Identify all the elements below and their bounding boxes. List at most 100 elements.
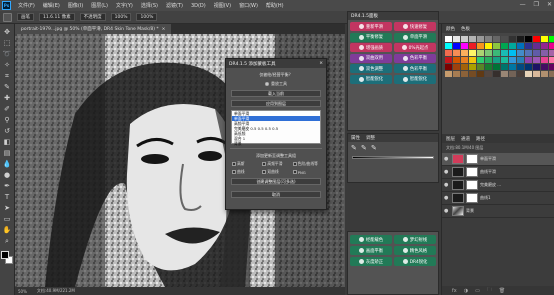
color-swatch[interactable] — [477, 64, 484, 70]
color-swatch[interactable] — [525, 36, 532, 42]
color-swatch[interactable] — [477, 57, 484, 63]
load-current-button[interactable]: 载入当前 — [231, 90, 321, 97]
layer-row[interactable]: ● 完美磨皮 ... — [442, 179, 554, 192]
color-swatch[interactable] — [501, 71, 508, 77]
color-swatch[interactable] — [517, 57, 524, 63]
dr4-secondary-button-4[interactable]: 精色风格 — [394, 246, 436, 255]
color-swatch[interactable] — [469, 43, 476, 49]
tab-properties[interactable]: 属性 — [351, 135, 360, 141]
checkbox-icon[interactable] — [232, 162, 236, 166]
color-swatch[interactable] — [493, 36, 500, 42]
dr4-secondary-button-6[interactable]: DR4锐化 — [394, 257, 436, 266]
document-tab-close-icon[interactable]: × — [162, 27, 166, 32]
color-swatch[interactable] — [517, 36, 524, 42]
color-swatch[interactable] — [485, 57, 492, 63]
visibility-eye-icon[interactable]: ● — [444, 195, 450, 201]
color-swatch[interactable] — [533, 71, 540, 77]
white-eyedropper-icon[interactable]: ✎ — [371, 145, 378, 152]
levels-gradient-slider[interactable] — [352, 156, 434, 159]
replay-tool-radio[interactable]: 重放工具 — [226, 81, 326, 87]
folder-icon[interactable]: 🗀 — [487, 287, 492, 295]
clone-stamp-tool-icon[interactable]: ⚲ — [2, 115, 13, 125]
color-swatch[interactable] — [541, 64, 548, 70]
color-swatch[interactable] — [517, 50, 524, 56]
layer-mask-thumbnail[interactable] — [466, 193, 478, 203]
color-swatch[interactable] — [525, 71, 532, 77]
color-swatch[interactable] — [509, 50, 516, 56]
color-swatch[interactable] — [501, 64, 508, 70]
checkbox-icon[interactable] — [262, 162, 267, 166]
brush-size-field[interactable]: 11.6.11 像素 — [39, 13, 75, 21]
tab-adjustments[interactable]: 调整 — [366, 135, 375, 141]
color-swatch[interactable] — [541, 57, 548, 63]
tab-paths[interactable]: 路径 — [476, 136, 485, 142]
color-swatch[interactable] — [517, 71, 524, 77]
path-select-tool-icon[interactable]: ➤ — [2, 203, 13, 213]
color-swatch[interactable] — [461, 71, 468, 77]
new-layer-icon[interactable]: ▭ — [475, 288, 480, 294]
fx-icon[interactable]: fx — [452, 288, 457, 294]
color-swatch[interactable] — [477, 71, 484, 77]
color-swatch[interactable] — [493, 64, 500, 70]
restore-icon[interactable]: ❐ — [534, 1, 539, 8]
color-swatches[interactable] — [1, 251, 13, 265]
color-swatch[interactable] — [533, 43, 540, 49]
dr4-button-7[interactable]: 双曲双用 — [350, 53, 392, 63]
color-swatch[interactable] — [445, 43, 452, 49]
menu-item-view[interactable]: 视图(V) — [210, 2, 235, 9]
checkbox-5[interactable]: 双曲线 — [262, 169, 289, 175]
document-tab[interactable]: portrait-1979...jpg @ 50% (单面平滑, DR4 Ski… — [15, 24, 172, 34]
dialog-titlebar[interactable]: DR4.1.5 添加蒙板工具 × — [226, 59, 326, 68]
color-swatch[interactable] — [509, 64, 516, 70]
color-swatch[interactable] — [533, 64, 540, 70]
checkbox-icon[interactable] — [232, 170, 236, 174]
checkbox-icon[interactable] — [262, 170, 267, 174]
quick-select-tool-icon[interactable]: ✧ — [2, 60, 13, 70]
marquee-tool-icon[interactable]: ⬚ — [2, 38, 13, 48]
dr4-button-10[interactable]: 色彩平衡 — [394, 64, 436, 73]
color-swatch[interactable] — [501, 43, 508, 49]
color-swatch[interactable] — [493, 43, 500, 49]
menu-item-layer[interactable]: 图层(L) — [87, 2, 112, 9]
layer-row[interactable]: ● 背景 — [442, 205, 554, 218]
color-swatch[interactable] — [517, 43, 524, 49]
layer-mask-thumbnail[interactable] — [466, 167, 478, 177]
dr4-secondary-button-5[interactable]: 灰度矫正 — [350, 257, 392, 266]
eraser-tool-icon[interactable]: ◧ — [2, 137, 13, 147]
cancel-button[interactable]: 取消 — [231, 191, 321, 198]
color-swatch[interactable] — [469, 57, 476, 63]
checkbox-icon[interactable] — [292, 170, 297, 174]
color-swatch[interactable] — [461, 43, 468, 49]
color-swatch[interactable] — [493, 57, 500, 63]
color-swatch[interactable] — [525, 50, 532, 56]
checkbox-3[interactable]: 色阶/曲线等 — [292, 161, 320, 167]
trash-icon[interactable]: 🗑 — [499, 288, 505, 294]
move-tool-icon[interactable]: ✥ — [2, 27, 13, 37]
list-item[interactable]: 背景 — [232, 141, 320, 146]
layer-row[interactable]: ● 曲线1 — [442, 192, 554, 205]
adjustment-layer-icon[interactable]: ◑ — [464, 288, 468, 294]
minimize-icon[interactable]: — — [520, 1, 526, 8]
color-swatch[interactable] — [461, 64, 468, 70]
tab-color[interactable]: 颜色 — [446, 26, 455, 32]
tab-swatches[interactable]: 色板 — [461, 26, 470, 32]
layer-row[interactable]: ● 曲线平滑 — [442, 166, 554, 179]
menu-item-select[interactable]: 选择(S) — [137, 2, 162, 9]
color-swatch[interactable] — [525, 64, 532, 70]
foreground-color[interactable] — [1, 251, 9, 259]
color-swatch[interactable] — [525, 57, 532, 63]
apply-to-layer-button[interactable]: 应用到图层 — [231, 100, 321, 107]
dr4-secondary-button-1[interactable]: 经能载色 — [350, 235, 392, 244]
dr4-button-12[interactable]: 智能锐化 — [394, 74, 436, 84]
color-swatch[interactable] — [533, 57, 540, 63]
history-brush-tool-icon[interactable]: ↺ — [2, 126, 13, 136]
layer-row[interactable]: ● 单面平滑 — [442, 153, 554, 166]
pen-tool-icon[interactable]: ✒ — [2, 181, 13, 191]
color-swatch[interactable] — [485, 43, 492, 49]
menu-item-file[interactable]: 文件(F) — [14, 2, 39, 9]
color-swatch[interactable] — [485, 36, 492, 42]
brush-tool-icon[interactable]: ✐ — [2, 104, 13, 114]
color-swatch[interactable] — [453, 50, 460, 56]
dr4-secondary-button-2[interactable]: 梦幻射线 — [394, 235, 436, 244]
radio-dot-icon[interactable] — [265, 82, 269, 86]
